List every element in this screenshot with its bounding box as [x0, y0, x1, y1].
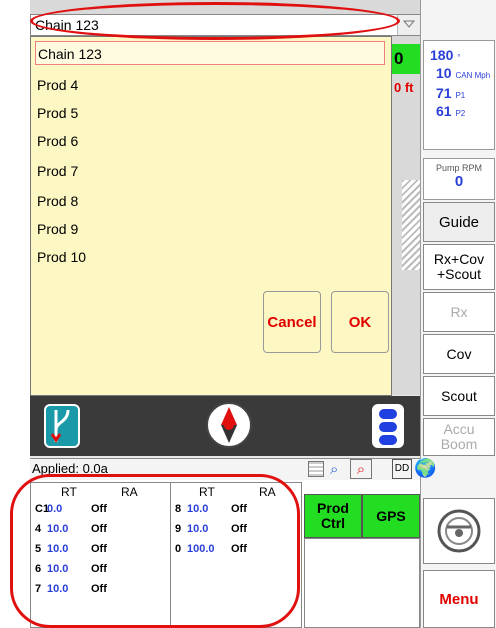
field-hatch-pattern: [402, 180, 420, 270]
speed-readout: 10 CAN Mph: [436, 65, 491, 81]
list-item[interactable]: Prod 8: [37, 189, 78, 213]
scout-button[interactable]: Scout: [423, 376, 495, 416]
cov-button[interactable]: Cov: [423, 334, 495, 374]
menu-button[interactable]: Menu: [423, 570, 495, 628]
gps-button[interactable]: GPS: [362, 494, 420, 538]
chevron-down-icon[interactable]: [397, 15, 421, 35]
zoom-in-icon[interactable]: ⌕: [330, 460, 338, 480]
pump-rpm-label: Pump RPM: [435, 163, 482, 173]
readout-panel: 180 ° 10 CAN Mph 71 P1 61 P2: [423, 40, 495, 150]
list-item[interactable]: Prod 6: [37, 129, 78, 153]
icon-toolbar: [30, 396, 420, 456]
zoom-out-icon[interactable]: ⌕: [350, 459, 372, 479]
prod-ctrl-button[interactable]: Prod Ctrl: [304, 494, 362, 538]
list-item[interactable]: Prod 10: [37, 245, 86, 269]
pump-rpm-panel: Pump RPM 0: [423, 158, 495, 200]
steering-wheel-icon: [437, 509, 481, 553]
highlight-ellipse-bottom: [10, 474, 300, 628]
steering-wheel-button[interactable]: [423, 498, 495, 564]
boom-sections-icon[interactable]: [372, 404, 404, 448]
right-panel: 180 ° 10 CAN Mph 71 P1 61 P2 Pump RPM 0 …: [420, 0, 496, 628]
compass-icon[interactable]: [206, 402, 252, 448]
guide-button[interactable]: Guide: [423, 202, 495, 242]
ok-button[interactable]: OK: [331, 291, 389, 353]
list-item[interactable]: Prod 7: [37, 159, 78, 183]
route-switch-icon[interactable]: [44, 404, 80, 448]
grid-icon[interactable]: [308, 461, 324, 477]
status-box: [304, 538, 420, 628]
cancel-button[interactable]: Cancel: [263, 291, 321, 353]
highlight-ellipse-top: [30, 2, 400, 40]
product-dropdown-list: Chain 123 Prod 4 Prod 5 Prod 6 Prod 7 Pr…: [30, 36, 392, 396]
list-item[interactable]: Prod 9: [37, 217, 78, 241]
rx-cov-scout-button[interactable]: Rx+Cov +Scout: [423, 244, 495, 290]
globe-icon[interactable]: 🌍: [414, 458, 436, 479]
heading-readout: 180 °: [430, 47, 461, 63]
list-item[interactable]: Chain 123: [35, 41, 385, 65]
pump-rpm-value: 0: [454, 173, 464, 190]
offset-label: 0 ft: [394, 80, 414, 95]
pressure-p2-readout: 61 P2: [436, 103, 466, 119]
accu-boom-button[interactable]: Accu Boom: [423, 418, 495, 456]
list-item[interactable]: Prod 4: [37, 73, 78, 97]
speed-digit: 0: [394, 49, 404, 68]
rx-button[interactable]: Rx: [423, 292, 495, 332]
speed-indicator: 0: [392, 44, 420, 74]
dd-button[interactable]: DD: [392, 459, 412, 479]
list-item[interactable]: Prod 5: [37, 101, 78, 125]
pressure-p1-readout: 71 P1: [436, 85, 466, 101]
